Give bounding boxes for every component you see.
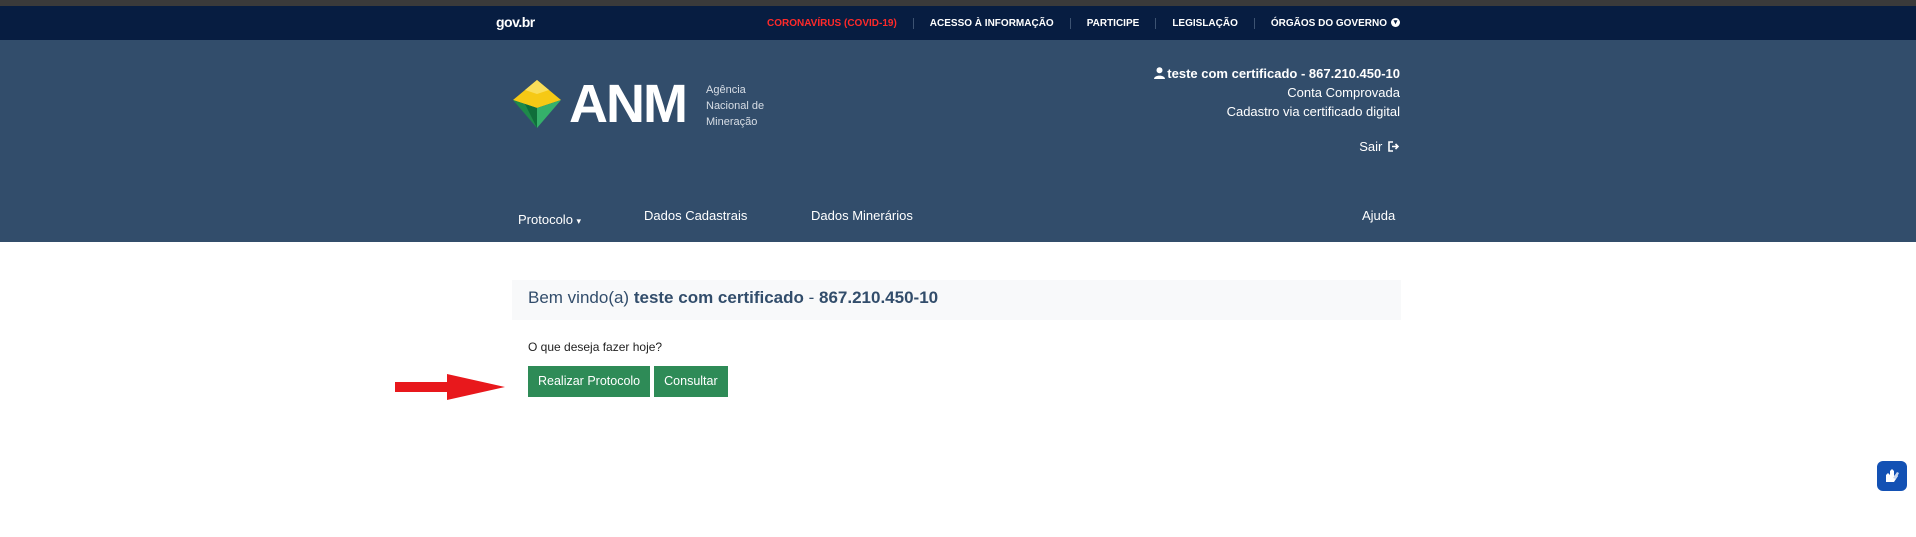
user-info: teste com certificado - 867.210.450-10 C… — [1154, 64, 1400, 156]
nav-dados-minerarios[interactable]: Dados Minerários — [811, 208, 913, 223]
gov-links: CORONAVÍRUS (COVID-19) ACESSO À INFORMAÇ… — [751, 6, 1416, 40]
orgaos-governo-label: ÓRGÃOS DO GOVERNO — [1270, 17, 1387, 29]
anm-subtitle-line-2: Nacional de — [706, 100, 765, 112]
nav-protocolo-label: Protocolo — [518, 212, 573, 227]
anm-subtitle: Agência Nacional de Mineração — [706, 82, 764, 130]
anm-wordmark: ANM — [569, 74, 688, 134]
covid-link[interactable]: CORONAVÍRUS (COVID-19) — [751, 18, 913, 29]
welcome-cpf: 867.210.450-10 — [819, 288, 939, 307]
user-name: teste com certificado — [1167, 66, 1298, 81]
user-cpf: 867.210.450-10 — [1308, 66, 1400, 81]
action-buttons: Realizar Protocolo Consultar — [512, 366, 1401, 397]
user-separator: - — [1297, 66, 1309, 81]
govbr-logo[interactable]: gov.br — [496, 14, 535, 30]
red-arrow-annotation — [395, 374, 505, 400]
welcome-prefix: Bem vindo(a) — [528, 288, 634, 307]
welcome-name: teste com certificado — [633, 288, 804, 307]
acesso-informacao-link[interactable]: ACESSO À INFORMAÇÃO — [912, 17, 1070, 29]
main-nav: Protocolo ▾ Dados Cadastrais Dados Miner… — [0, 200, 1916, 242]
hands-icon — [1886, 469, 1899, 482]
gov-bar: gov.br CORONAVÍRUS (COVID-19) ACESSO À I… — [0, 6, 1916, 40]
anm-subtitle-line-1: Agência — [706, 84, 746, 96]
anm-emblem-icon — [513, 80, 561, 128]
sign-out-icon — [1388, 141, 1400, 152]
chevron-down-icon: ▾ — [1391, 18, 1400, 28]
consultar-button[interactable]: Consultar — [654, 366, 728, 397]
logout-link[interactable]: Sair — [1359, 137, 1400, 156]
anm-subtitle-line-3: Mineração — [706, 116, 758, 128]
legislacao-link[interactable]: LEGISLAÇÃO — [1155, 17, 1254, 29]
user-identity: teste com certificado - 867.210.450-10 — [1154, 64, 1400, 83]
account-status: Conta Comprovada — [1287, 85, 1400, 100]
orgaos-governo-link[interactable]: ÓRGÃOS DO GOVERNO ▾ — [1253, 17, 1416, 29]
welcome-banner: Bem vindo(a) teste com certificado - 867… — [512, 280, 1401, 320]
logout-label: Sair — [1359, 139, 1383, 154]
site-header: ANM Agência Nacional de Mineração teste … — [0, 40, 1916, 242]
registration-type: Cadastro via certificado digital — [1226, 104, 1400, 119]
question-text: O que deseja fazer hoje? — [528, 340, 663, 354]
realizar-protocolo-button[interactable]: Realizar Protocolo — [528, 366, 651, 397]
user-icon — [1154, 67, 1166, 79]
participe-link[interactable]: PARTICIPE — [1069, 17, 1156, 29]
caret-down-icon: ▾ — [576, 216, 582, 226]
nav-dados-cadastrais[interactable]: Dados Cadastrais — [644, 208, 747, 223]
main-content: Bem vindo(a) teste com certificado - 867… — [512, 280, 1401, 397]
welcome-separator: - — [803, 288, 819, 307]
nav-ajuda[interactable]: Ajuda — [1362, 208, 1395, 223]
accessibility-vlibras-button[interactable] — [1877, 461, 1907, 491]
nav-protocolo[interactable]: Protocolo ▾ — [518, 212, 581, 227]
anm-logo[interactable]: ANM Agência Nacional de Mineração — [511, 74, 771, 134]
